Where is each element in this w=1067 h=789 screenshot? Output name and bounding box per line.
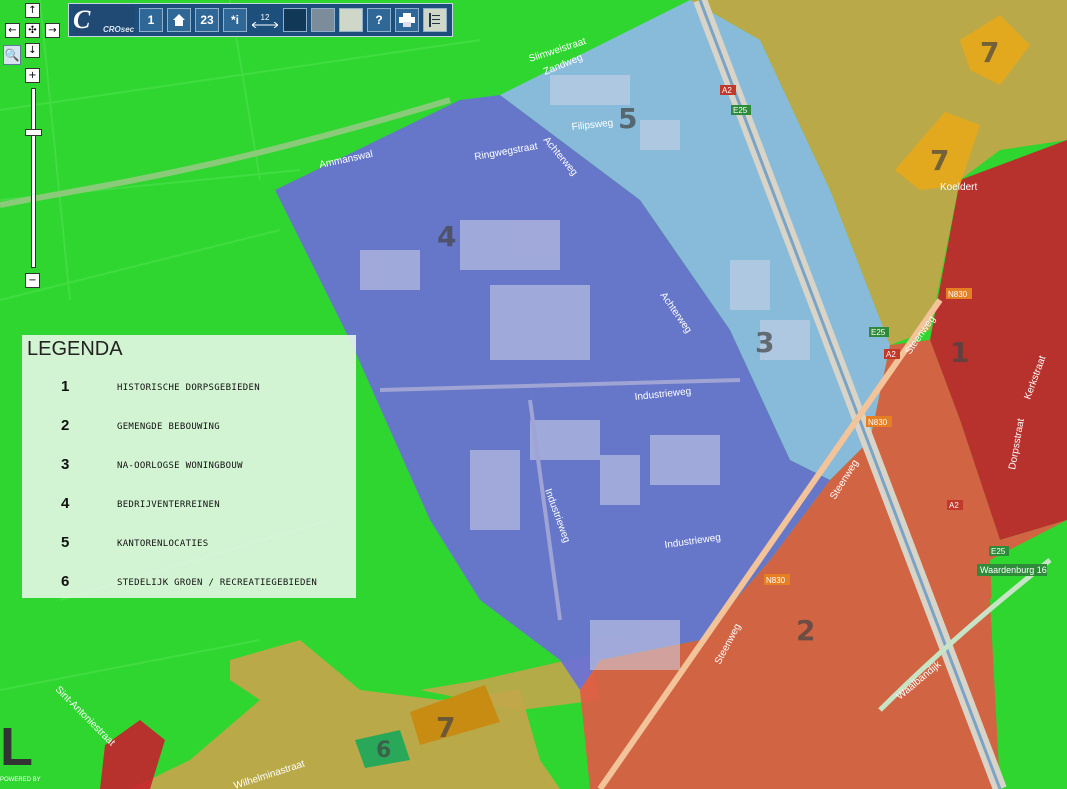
zone-number-5: 5 [618,102,637,135]
legend-panel: LEGENDA 1 HISTORISCHE DORPSGEBIEDEN 2 GE… [22,335,356,598]
printer-icon [399,13,415,27]
zoom-box-button[interactable]: 🔍 [3,45,21,65]
arrow-left-icon: ← [8,25,17,36]
print-button[interactable] [395,8,419,32]
legend-item: 2 GEMENGDE BEBOUWING [22,417,356,437]
legend-item-number: 4 [61,495,70,512]
legend-item-label: NA-OORLOGSE WONINGBOUW [117,461,243,471]
pan-up-button[interactable]: ↑ [25,3,40,18]
zoom-out-button[interactable]: − [25,273,40,288]
powered-by-label: POWERED BY [0,777,41,783]
corner-logo-letter: L [0,717,33,777]
legend-item: 5 KANTORENLOCATIES [22,534,356,554]
scale-value: 12 [260,12,270,22]
arrow-up-icon: ↑ [28,5,37,16]
logo-letter: C [73,5,91,34]
shield-a2-mid: A2 [886,350,896,359]
shield-e25-low: E25 [991,547,1006,556]
logo-text: CROsec [103,25,135,34]
crosec-logo[interactable]: C CROsec [73,5,135,35]
zone-number-3: 3 [755,326,774,359]
shield-a2-low: A2 [949,501,959,510]
legend-item-number: 1 [61,378,70,395]
legend-item-label: GEMENGDE BEBOUWING [117,422,220,432]
legend-button[interactable] [423,8,447,32]
basemap-light-button[interactable] [339,8,363,32]
help-button[interactable]: ? [367,8,391,32]
shield-e25-mid: E25 [871,328,886,337]
legend-item-number: 6 [61,573,70,590]
legend-item-label: STEDELIJK GROEN / RECREATIEGEBIEDEN [117,578,318,588]
zone-number-4: 4 [437,220,456,253]
shield-e25-top: E25 [733,106,748,115]
zone-number-1: 1 [950,336,969,369]
pan-left-button[interactable]: ← [5,23,20,38]
pages-label: 23 [200,13,214,27]
road-label-koeldert: Koeldert [940,182,977,193]
legend-icon [429,13,440,27]
legend-item-number: 5 [61,534,70,551]
zone-number-2: 2 [796,614,815,647]
zoom-in-button[interactable]: + [25,68,40,83]
zone-number-7-mid: 7 [930,144,949,177]
shield-n830-c: N830 [766,576,786,585]
shield-n830-b: N830 [868,418,888,427]
corner-logo: L POWERED BY [0,720,50,789]
home-icon [173,14,185,26]
basemap-grey-button[interactable] [311,8,335,32]
legend-item-number: 2 [61,417,70,434]
legend-item-number: 3 [61,456,70,473]
legend-item: 6 STEDELIJK GROEN / RECREATIEGEBIEDEN [22,573,356,593]
info-button[interactable]: *i [223,8,247,32]
magnifier-icon: 🔍 [4,48,20,62]
help-label: ? [375,13,383,27]
center-icon: ✣ [28,25,37,36]
toolbar: C CROsec 1 23 *i 12 ? [68,3,453,37]
zoom-slider-handle[interactable] [25,129,42,136]
arrow-right-icon: → [48,25,57,36]
arrow-down-icon: ↓ [28,45,37,56]
legend-item-label: HISTORISCHE DORPSGEBIEDEN [117,383,260,393]
legend-item-label: KANTORENLOCATIES [117,539,209,549]
zoom-slider-track[interactable] [31,88,36,268]
scale-indicator[interactable]: 12 [251,7,279,33]
shield-exit-waardenburg: Waardenburg 16 [980,565,1047,575]
legend-item: 3 NA-OORLOGSE WONINGBOUW [22,456,356,476]
basemap-dark-button[interactable] [283,8,307,32]
legend-item: 1 HISTORISCHE DORPSGEBIEDEN [22,378,356,398]
shield-a2-top: A2 [722,86,732,95]
info-label: *i [230,13,239,27]
home-button[interactable] [167,8,191,32]
minus-icon: − [28,275,37,286]
zone-number-6: 6 [376,738,391,763]
shield-n830-a: N830 [948,290,968,299]
pan-center-button[interactable]: ✣ [25,23,40,38]
page-one-label: 1 [147,13,155,27]
page-one-button[interactable]: 1 [139,8,163,32]
zone-number-7-ne: 7 [980,36,999,69]
zone-number-7-sw: 7 [436,711,455,744]
pages-button[interactable]: 23 [195,8,219,32]
pan-down-button[interactable]: ↓ [25,43,40,58]
legend-title: LEGENDA [27,338,123,360]
legend-item: 4 BEDRIJVENTERREINEN [22,495,356,515]
legend-item-label: BEDRIJVENTERREINEN [117,500,220,510]
scale-arrow-icon [252,21,278,28]
plus-icon: + [28,70,37,81]
zone-green-east [990,520,1067,789]
pan-right-button[interactable]: → [45,23,60,38]
